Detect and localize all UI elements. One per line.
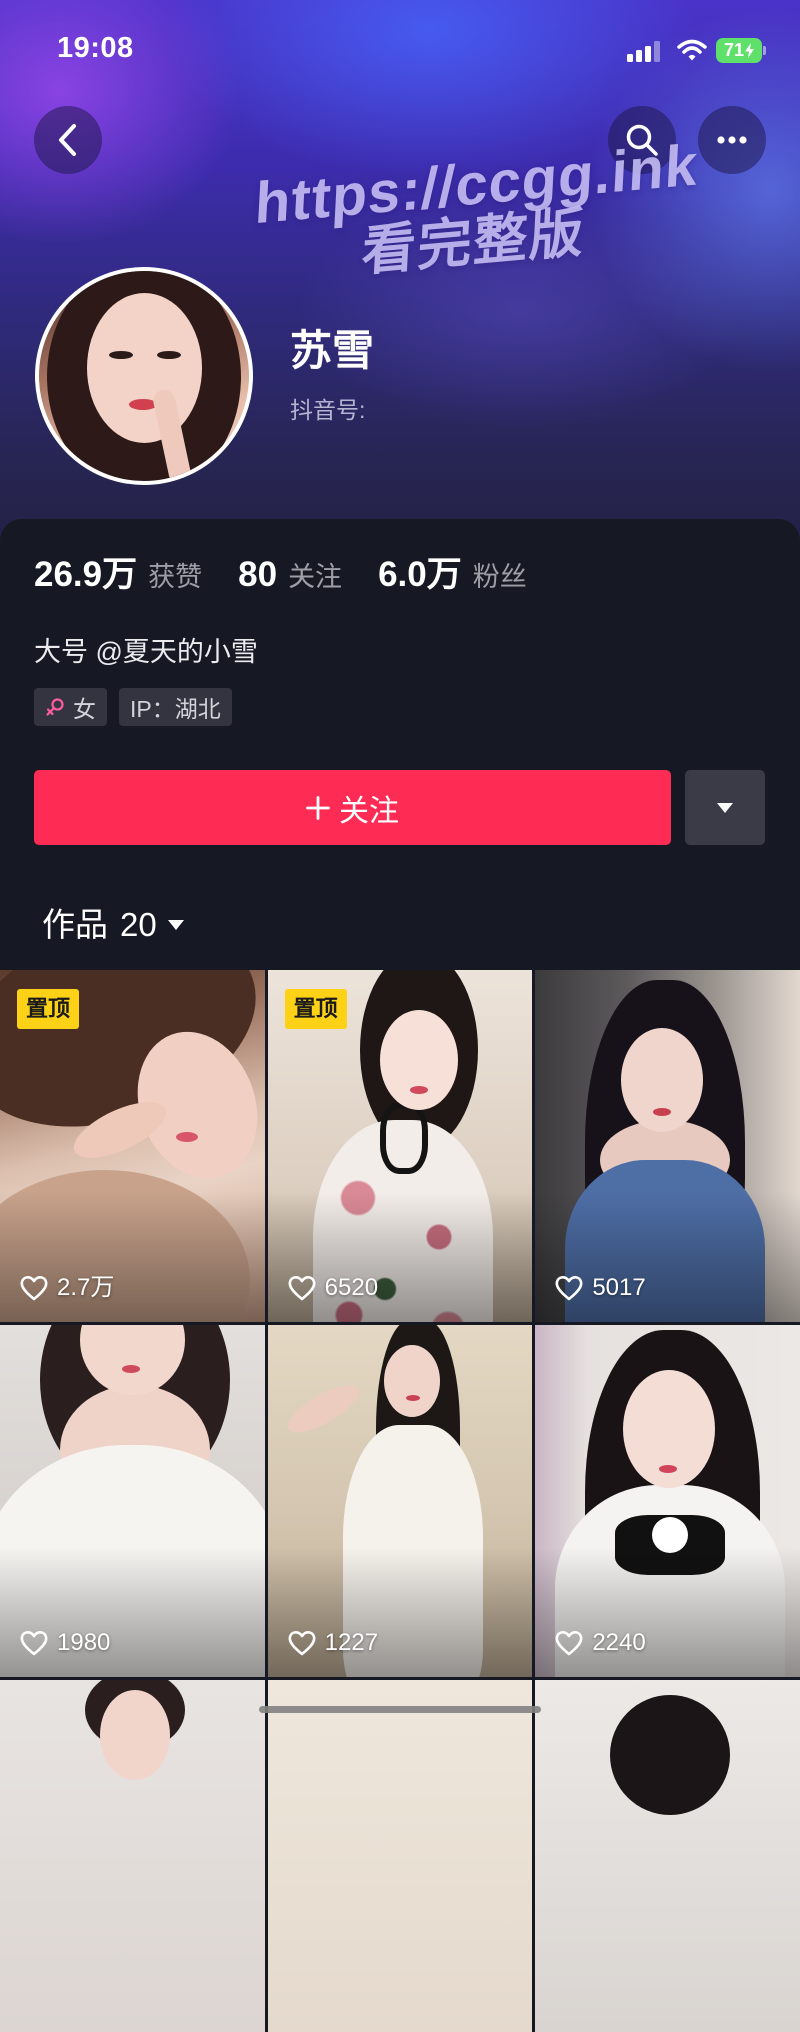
gender-tag: 女 <box>34 688 107 726</box>
video-thumbnail[interactable] <box>267 1680 533 2032</box>
thumbnail-shade <box>0 1192 265 1322</box>
thumbnail-art <box>176 1132 198 1142</box>
stat-value: 80 <box>238 555 278 594</box>
profile-bio[interactable]: 大号 @夏天的小雪 <box>34 634 258 670</box>
ip-location-tag: IP：湖北 <box>119 688 232 726</box>
video-thumbnail[interactable]: 1227 <box>267 1325 533 1677</box>
works-count: 20 <box>120 906 157 943</box>
like-count-text: 2240 <box>592 1629 646 1656</box>
back-icon <box>59 124 76 156</box>
stat-label: 获赞 <box>148 562 203 592</box>
video-thumbnail[interactable]: 5017 <box>535 970 800 1322</box>
video-thumbnail[interactable]: 置顶 2.7万 <box>0 970 265 1322</box>
wifi-icon <box>677 39 707 61</box>
stat-followers[interactable]: 6.0万 粉丝 <box>378 553 527 599</box>
thumbnail-art <box>621 1028 704 1132</box>
female-icon <box>46 698 64 716</box>
heart-icon <box>555 1276 583 1301</box>
like-count-text: 1227 <box>324 1629 379 1656</box>
works-tab-label: 作品 <box>42 906 108 943</box>
recommend-dropdown-button[interactable] <box>685 770 765 845</box>
follow-label: 关注 <box>339 794 399 828</box>
thumbnail-shade <box>0 1547 265 1677</box>
signal-icon <box>627 40 661 62</box>
douyin-id-label: 抖音号: <box>290 397 366 423</box>
like-count-text: 6520 <box>324 1274 379 1301</box>
like-count-text: 5017 <box>592 1274 646 1301</box>
tab-works[interactable]: 作品 20 <box>42 904 185 946</box>
avatar[interactable] <box>35 267 253 485</box>
ip-location-label: IP：湖北 <box>130 696 221 722</box>
status-time: 19:08 <box>57 32 134 64</box>
stat-value: 26.9万 <box>34 555 138 594</box>
thumbnail-art <box>281 1376 365 1442</box>
gender-label: 女 <box>73 696 96 722</box>
video-thumbnail[interactable] <box>0 1680 265 2032</box>
battery-percent: 71 <box>723 40 745 60</box>
thumbnail-art <box>100 1690 170 1780</box>
thumbnail-shade <box>535 1192 800 1322</box>
video-thumbnail[interactable] <box>535 1680 800 2032</box>
heart-icon <box>555 1631 583 1656</box>
like-count: 1980 <box>20 1629 110 1657</box>
thumbnail-shade <box>267 1547 533 1677</box>
pinned-badge: 置顶 <box>284 989 347 1029</box>
video-grid: 置顶 2.7万 置顶 6520 5017 1980 1227 2240 <box>0 970 800 2032</box>
profile-name: 苏雪 <box>290 327 375 374</box>
stat-following[interactable]: 80 关注 <box>238 553 342 599</box>
avatar-art <box>109 351 133 359</box>
stat-label: 关注 <box>288 562 343 592</box>
like-count: 2240 <box>555 1629 646 1657</box>
thumbnail-shade <box>535 1547 800 1677</box>
thumbnail-shade <box>267 1192 533 1322</box>
avatar-art <box>157 351 181 359</box>
thumbnail-art <box>379 1010 458 1110</box>
home-indicator <box>259 1706 541 1713</box>
stat-likes[interactable]: 26.9万 获赞 <box>34 553 202 599</box>
video-thumbnail[interactable]: 2240 <box>535 1325 800 1677</box>
video-thumbnail[interactable]: 置顶 6520 <box>267 970 533 1322</box>
like-count: 5017 <box>555 1274 646 1302</box>
follow-button[interactable]: 关注 <box>34 770 671 845</box>
pinned-badge: 置顶 <box>17 989 80 1029</box>
profile-tags: 女 IP：湖北 <box>34 688 232 726</box>
thumbnail-art <box>405 1395 420 1401</box>
thumbnail-art <box>610 1695 731 1815</box>
stat-value: 6.0万 <box>378 555 462 594</box>
avatar-art <box>87 293 202 443</box>
battery-charging-icon: 71 <box>716 38 762 63</box>
charging-bolt-icon <box>745 43 755 58</box>
thumbnail-art <box>122 1365 140 1373</box>
triangle-down-icon <box>717 802 733 813</box>
heart-icon <box>288 1631 316 1656</box>
battery-nub <box>763 46 766 55</box>
thumbnail-art <box>383 1345 440 1417</box>
like-count: 2.7万 <box>20 1274 114 1302</box>
plus-icon <box>306 795 330 820</box>
thumbnail-art <box>409 1086 428 1094</box>
like-count-text: 1980 <box>57 1629 111 1656</box>
heart-icon <box>20 1276 48 1301</box>
heart-icon <box>288 1276 316 1301</box>
back-button[interactable] <box>34 106 102 174</box>
video-thumbnail[interactable]: 1980 <box>0 1325 265 1677</box>
chevron-down-icon <box>167 920 184 930</box>
thumbnail-art <box>379 1102 428 1174</box>
like-count-text: 2.7万 <box>57 1274 115 1301</box>
profile-stats: 26.9万 获赞 80 关注 6.0万 粉丝 <box>34 553 527 599</box>
like-count: 6520 <box>288 1274 378 1302</box>
like-count: 1227 <box>288 1629 378 1657</box>
stat-label: 粉丝 <box>472 562 527 592</box>
heart-icon <box>20 1631 48 1656</box>
